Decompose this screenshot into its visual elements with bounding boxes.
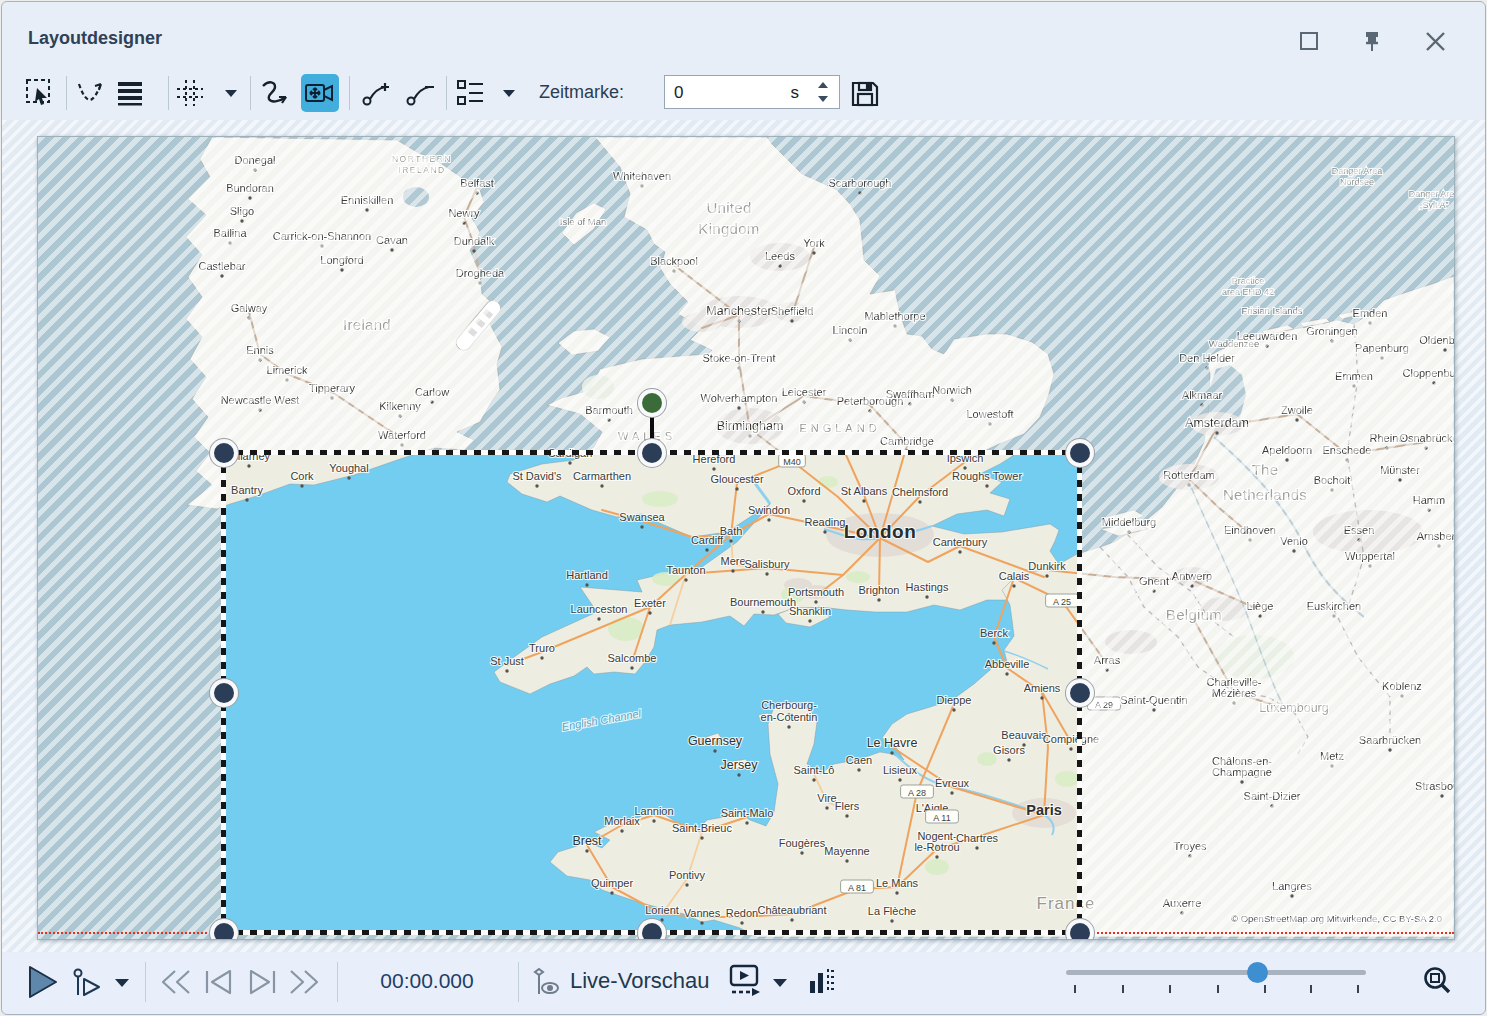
resize-handle-w[interactable] [214,683,234,703]
resize-handle-s[interactable] [642,923,662,940]
next-button[interactable] [245,967,279,997]
fast-forward-button[interactable] [287,967,323,997]
zeitmarke-unit: s [791,83,800,103]
resize-handle-ne[interactable] [1070,443,1090,463]
zoom-slider-tick [1074,985,1076,993]
window-title: Layoutdesigner [28,28,162,49]
ke yframe-list-menu-button[interactable] [498,74,520,112]
remove-keyframe-button[interactable] [404,74,438,112]
keyframe-list-button[interactable] [453,74,487,112]
play-menu-button[interactable] [114,978,130,988]
resize-handle-sw[interactable] [214,923,234,940]
statistics-button[interactable] [808,965,836,999]
layoutdesigner-window: Layoutdesigner [1,1,1486,1015]
play-button[interactable] [26,964,60,1000]
close-button[interactable] [1424,30,1448,54]
layout-canvas[interactable] [37,136,1455,940]
titlebar: Layoutdesigner [2,2,1485,64]
zoom-slider-tick [1357,985,1359,993]
preview-menu-button[interactable] [772,978,788,988]
rotate-handle[interactable] [642,393,662,413]
camera-pan-button[interactable] [301,74,339,112]
zoom-slider-tick [1169,985,1171,993]
grid-menu-button[interactable] [220,74,242,112]
resize-handle-nw[interactable] [214,443,234,463]
zoom-slider-tick [1264,985,1266,993]
timestamp: 00:00.000 [362,969,492,993]
zoom-slider-tick [1310,985,1312,993]
preview-window-button[interactable] [728,964,762,1000]
save-button[interactable] [848,74,882,112]
live-preview-label[interactable]: Live-Vorschau [570,968,709,994]
previous-button[interactable] [202,967,236,997]
zeitmarke-spinner[interactable] [815,79,831,107]
zoom-slider-thumb[interactable] [1247,962,1268,983]
zoom-slider-tick [1217,985,1219,993]
zeitmarke-label: Zeitmarke: [539,82,624,103]
pin-button[interactable] [1360,30,1384,54]
grid-button[interactable] [173,74,207,112]
zoom-slider-track[interactable] [1066,970,1366,975]
edit-curve-button[interactable] [73,74,107,112]
maximize-button[interactable] [1298,30,1322,54]
resize-handle-se[interactable] [1070,923,1090,940]
select-tool-button[interactable] [23,74,57,112]
zeitmarke-value: 0 [674,83,683,103]
motion-path-button[interactable] [258,74,292,112]
add-keyframe-button[interactable] [360,74,394,112]
resize-handle-n[interactable] [642,443,662,463]
play-from-position-button[interactable] [70,966,104,998]
zeitmarke-input[interactable]: 0 s [664,75,840,109]
rewind-button[interactable] [157,967,193,997]
zoom-fit-button[interactable] [1420,964,1456,1000]
zoom-slider-tick [1122,985,1124,993]
resize-handle-e[interactable] [1070,683,1090,703]
live-preview-icon[interactable] [530,966,566,998]
layers-button[interactable] [113,74,147,112]
toolbar: Zeitmarke: 0 s [2,72,1485,118]
